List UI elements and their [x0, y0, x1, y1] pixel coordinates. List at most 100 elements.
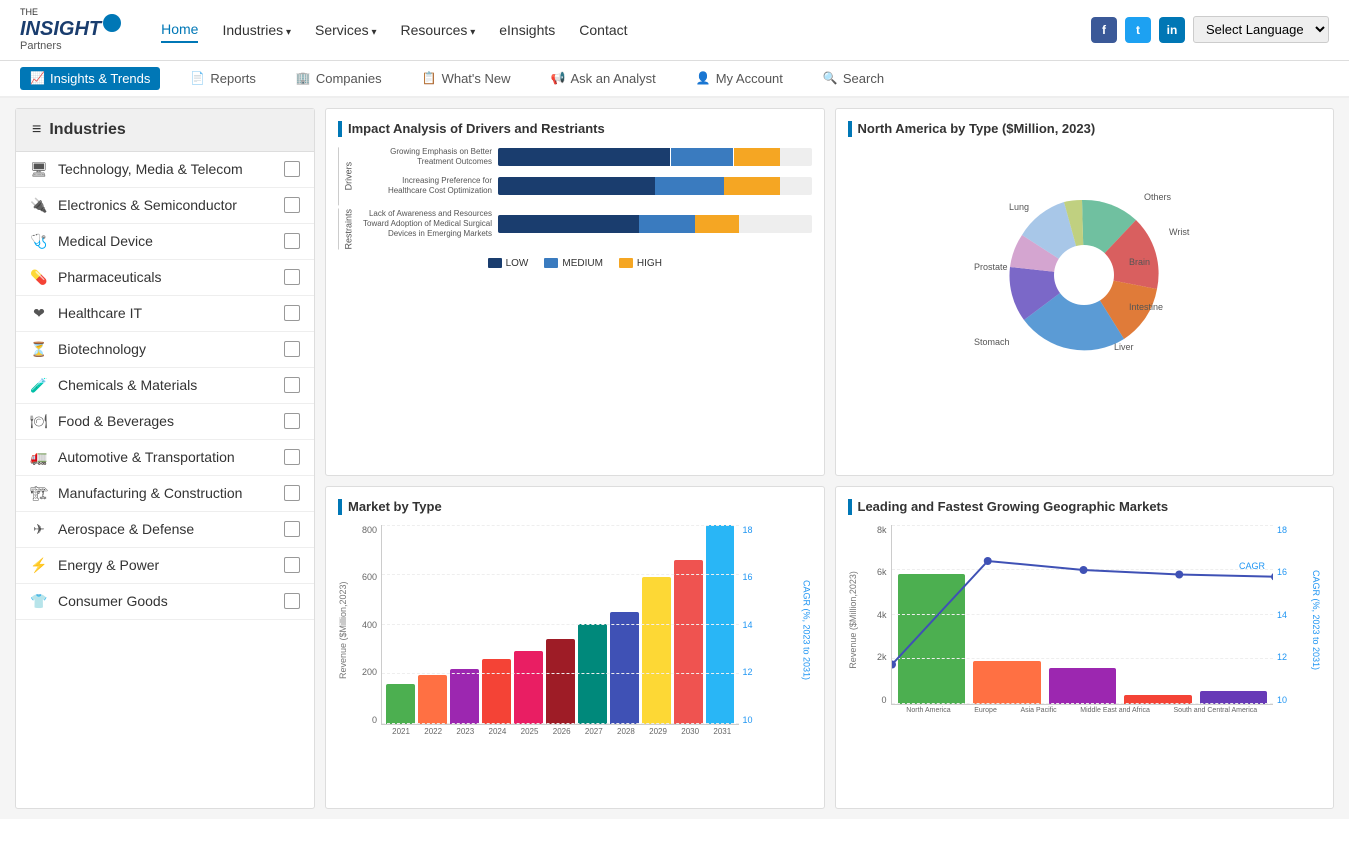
sidebar-item-electronics[interactable]: 🔌 Electronics & Semiconductor — [16, 188, 314, 224]
aerospace-checkbox[interactable] — [284, 521, 300, 537]
sidebar-item-medical-device[interactable]: 🩺 Medical Device — [16, 224, 314, 260]
sidebar-item-energy[interactable]: ⚡ Energy & Power — [16, 548, 314, 584]
donut-label-lung: Lung — [1009, 202, 1029, 212]
sidebar-item-technology[interactable]: 🖥 Technology, Media & Telecom — [16, 152, 314, 188]
restraints-label: Restraints — [344, 209, 354, 250]
geo-bar-South-and-Central-America — [1200, 691, 1268, 704]
market-bar-2030 — [674, 560, 703, 724]
sub-navigation: 📈 Insights & Trends 📄 Reports 🏢 Companie… — [0, 61, 1349, 98]
donut-chart-wrapper: Others Wrist Brain Lung Prostate Liver S… — [848, 147, 1322, 403]
nav-home[interactable]: Home — [161, 17, 198, 43]
legend-medium-color — [544, 258, 558, 268]
nav-services[interactable]: Services — [315, 18, 377, 42]
donut-label-others: Others — [1144, 192, 1172, 202]
nav-einsights[interactable]: eInsights — [499, 18, 555, 42]
donut-label-liver: Liver — [1114, 342, 1134, 352]
technology-icon: 🖥 — [30, 161, 48, 178]
pharma-checkbox[interactable] — [284, 269, 300, 285]
pharma-icon: 💊 — [30, 269, 48, 286]
impact-analysis-card: Impact Analysis of Drivers and Restriant… — [325, 108, 825, 476]
reports-icon: 📄 — [190, 71, 205, 85]
nav-resources[interactable]: Resources — [401, 18, 476, 42]
consumer-checkbox[interactable] — [284, 593, 300, 609]
geo-y-labels: 8k 6k 4k 2k 0 — [866, 525, 891, 705]
sidebar-item-biotechnology[interactable]: ⏳ Biotechnology — [16, 332, 314, 368]
main-content: ≡ Industries 🖥 Technology, Media & Telec… — [0, 98, 1349, 819]
language-selector[interactable]: Select Language — [1193, 16, 1329, 43]
sidebar-item-chemicals[interactable]: 🧪 Chemicals & Materials — [16, 368, 314, 404]
subnav-insights-trends[interactable]: 📈 Insights & Trends — [20, 67, 160, 90]
cagr-labels: 18 16 14 12 10 — [739, 525, 794, 725]
driver-row-1-label: Growing Emphasis on Better Treatment Out… — [362, 147, 492, 166]
biotech-checkbox[interactable] — [284, 341, 300, 357]
automotive-checkbox[interactable] — [284, 449, 300, 465]
geo-bar-North-America — [898, 574, 966, 704]
sidebar-item-pharmaceuticals[interactable]: 💊 Pharmaceuticals — [16, 260, 314, 296]
market-bar-2025 — [514, 651, 543, 724]
geo-bars-container — [892, 525, 1274, 704]
drivers-chart: Drivers Growing Emphasis on Better Treat… — [338, 147, 812, 269]
market-x-labels: 2021202220232024202520262027202820292030… — [385, 727, 739, 736]
title-bar — [338, 121, 342, 137]
title-bar-3 — [338, 499, 342, 515]
geo-chart-area: CAGR — [891, 525, 1274, 705]
linkedin-icon[interactable]: in — [1159, 17, 1185, 43]
food-checkbox[interactable] — [284, 413, 300, 429]
geo-y-axis-label: Revenue ($Million,2023) — [848, 525, 866, 715]
sidebar-item-aerospace[interactable]: ✈ Aerospace & Defense — [16, 512, 314, 548]
market-y-axis-label: Revenue ($Million,2023) — [338, 525, 356, 736]
impact-analysis-title: Impact Analysis of Drivers and Restriant… — [338, 121, 812, 137]
healthcare-checkbox[interactable] — [284, 305, 300, 321]
trends-icon: 📈 — [30, 71, 45, 85]
donut-label-brain: Brain — [1129, 257, 1150, 267]
donut-label-stomach: Stomach — [974, 337, 1010, 347]
market-chart-container: Revenue ($Million,2023) 800 600 400 200 … — [338, 525, 812, 736]
sidebar-item-food[interactable]: 🍽 Food & Beverages — [16, 404, 314, 440]
chemicals-checkbox[interactable] — [284, 377, 300, 393]
donut-label-intestine: Intestine — [1129, 302, 1163, 312]
market-bar-card: Market by Type Revenue ($Million,2023) 8… — [325, 486, 825, 809]
nav-industries[interactable]: Industries — [222, 18, 291, 42]
sidebar-item-manufacturing[interactable]: 🏗 Manufacturing & Construction — [16, 476, 314, 512]
whats-new-icon: 📋 — [422, 71, 437, 85]
energy-checkbox[interactable] — [284, 557, 300, 573]
donut-label-prostate: Prostate — [974, 262, 1008, 272]
aerospace-icon: ✈ — [30, 521, 48, 538]
restraint-bar-1 — [498, 215, 812, 233]
main-header: THE INSIGHT Partners Home Industries Ser… — [0, 0, 1349, 61]
technology-checkbox[interactable] — [284, 161, 300, 177]
subnav-ask-analyst[interactable]: 📢 Ask an Analyst — [541, 67, 666, 90]
geographic-chart-container: Revenue ($Million,2023) 8k 6k 4k 2k 0 — [848, 525, 1322, 715]
logo[interactable]: THE INSIGHT Partners — [20, 8, 121, 52]
legend-high: HIGH — [619, 258, 662, 269]
electronics-checkbox[interactable] — [284, 197, 300, 213]
manufacturing-checkbox[interactable] — [284, 485, 300, 501]
legend-low-color — [488, 258, 502, 268]
subnav-companies[interactable]: 🏢 Companies — [286, 67, 392, 90]
market-y-labels: 800 600 400 200 0 — [356, 525, 381, 725]
donut-chart-svg: Others Wrist Brain Lung Prostate Liver S… — [944, 155, 1224, 395]
header-right: f t in Select Language — [1091, 16, 1329, 43]
manufacturing-icon: 🏗 — [30, 485, 48, 502]
subnav-my-account[interactable]: 👤 My Account — [686, 67, 793, 90]
market-bars-container — [382, 525, 739, 724]
chemicals-icon: 🧪 — [30, 377, 48, 394]
legend-low: LOW — [488, 258, 529, 269]
geo-bar-Asia-Pacific — [1049, 668, 1117, 704]
facebook-icon[interactable]: f — [1091, 17, 1117, 43]
nav-contact[interactable]: Contact — [579, 18, 627, 42]
medical-checkbox[interactable] — [284, 233, 300, 249]
sidebar-item-consumer-goods[interactable]: 👕 Consumer Goods — [16, 584, 314, 620]
north-america-card: North America by Type ($Million, 2023) — [835, 108, 1335, 476]
industries-sidebar: ≡ Industries 🖥 Technology, Media & Telec… — [15, 108, 315, 809]
donut-label-wrist: Wrist — [1169, 227, 1190, 237]
driver-row-2-label: Increasing Preference for Healthcare Cos… — [362, 176, 492, 195]
twitter-icon[interactable]: t — [1125, 17, 1151, 43]
sidebar-item-automotive[interactable]: 🚛 Automotive & Transportation — [16, 440, 314, 476]
subnav-search[interactable]: 🔍 Search — [813, 67, 894, 90]
subnav-whats-new[interactable]: 📋 What's New — [412, 67, 521, 90]
subnav-reports[interactable]: 📄 Reports — [180, 67, 265, 90]
energy-icon: ⚡ — [30, 557, 48, 574]
medical-icon: 🩺 — [30, 233, 48, 250]
sidebar-item-healthcare-it[interactable]: ❤ Healthcare IT — [16, 296, 314, 332]
